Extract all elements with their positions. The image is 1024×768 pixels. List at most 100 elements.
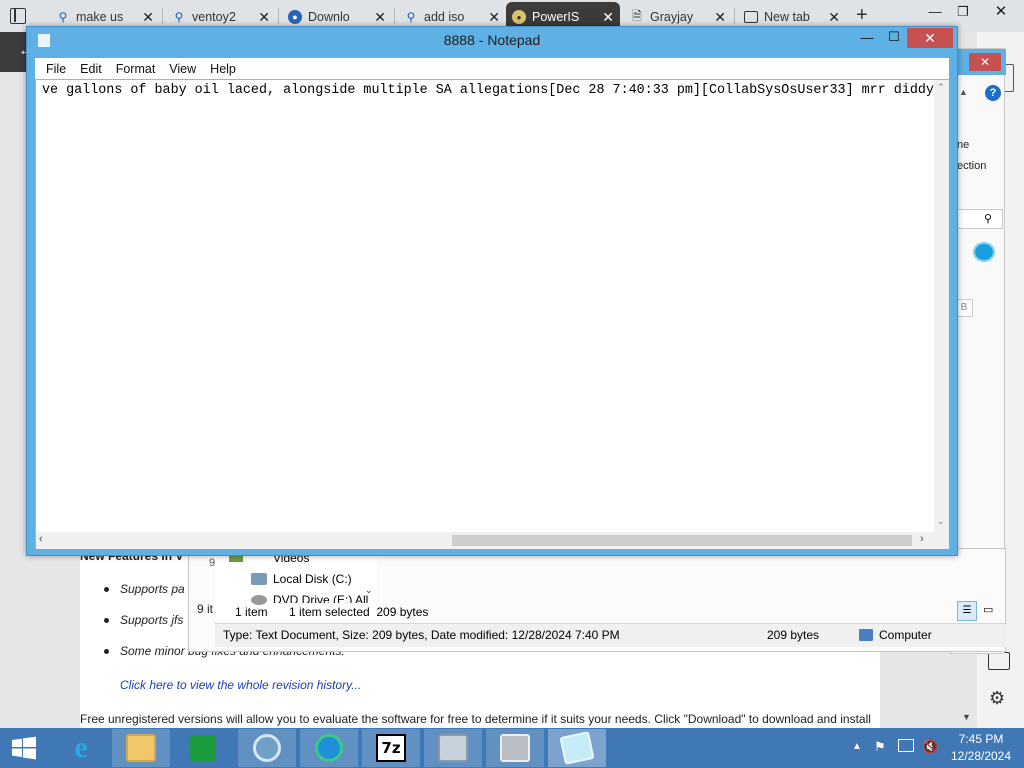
browser-minimize-button[interactable]: — [920,2,950,22]
clock-time[interactable]: 7:45 PM [946,732,1016,746]
ribbon-item-label: ection [957,160,987,172]
nav-item-dvd-drive[interactable]: DVD Drive (E:) All [273,593,368,603]
tab-title: ventoy2 [192,10,236,24]
ribbon-item-label: ne [957,139,970,151]
dvd-drive-icon [251,595,267,605]
tab-title: Grayjay [650,10,694,24]
large-icons-view-icon[interactable]: ▭ [983,603,993,616]
scanner-icon [500,734,530,762]
search-box[interactable]: ⚲ [955,209,1003,229]
close-icon[interactable]: ✕ [828,9,840,26]
horizontal-scrollbar[interactable]: ‹ › [36,532,934,549]
menu-edit[interactable]: Edit [73,62,109,76]
scroll-left-icon[interactable]: ‹ [39,533,43,545]
taskbar-file-explorer[interactable] [112,729,170,767]
notepad-minimize-button[interactable]: — [855,30,879,48]
explorer-item-count: 9 it [197,602,214,616]
chevron-down-icon[interactable]: ▲ [959,87,968,97]
disc-icon: ● [512,10,526,24]
feature-bullet-2: Supports jfs [103,613,184,627]
computer-icon [859,629,873,641]
browser-close-button[interactable]: ✕ [986,2,1016,22]
settings-gear-icon[interactable]: ⚙ [989,688,1005,709]
tab-title: add iso [424,10,465,24]
volume-muted-icon[interactable]: 🔇 [922,739,938,755]
details-view-icon[interactable]: ☰ [957,601,977,621]
notepad-text-area[interactable]: ve gallons of baby oil laced, alongside … [35,79,949,549]
menu-format[interactable]: Format [109,62,163,76]
notepad-maximize-button[interactable]: ☐ [881,29,907,47]
search-icon: ⚲ [984,213,993,225]
taskbar-notepad[interactable] [548,729,606,767]
tab-title: make us [76,10,124,24]
menu-help[interactable]: Help [203,62,243,76]
scroll-right-icon[interactable]: › [920,533,924,545]
taskbar-task-manager[interactable] [424,729,482,767]
revision-history-link[interactable]: Click here to view the whole revision hi… [120,678,361,692]
tab-divider [734,8,735,24]
action-center-flag-icon[interactable]: ⚑ [874,739,886,755]
show-hidden-icons-icon[interactable]: ▲ [852,741,862,752]
globe-icon: ● [288,10,302,24]
notepad-icon [559,731,595,765]
taskbar-internet-explorer[interactable]: e [52,729,110,767]
scroll-down-icon[interactable]: ⌄ [937,516,945,527]
taskbar-7zip[interactable]: 7z [362,729,420,767]
edge-icon [315,734,343,762]
page-scroll-down-icon[interactable]: ▼ [962,712,971,722]
local-disk-icon [251,573,267,585]
close-icon[interactable]: ✕ [602,9,614,26]
network-icon[interactable] [898,739,914,752]
store-icon [190,735,216,761]
file-details-text: Type: Text Document, Size: 209 bytes, Da… [223,628,620,642]
search-icon: ⚲ [58,10,68,24]
taskbar-browser[interactable] [238,729,296,767]
scroll-up-icon[interactable]: ⌃ [937,82,945,93]
new-tab-plus-icon[interactable]: + [856,4,868,27]
document-icon: 🗎 [632,8,642,23]
nav-item-local-disk[interactable]: Local Disk (C:) [273,572,352,586]
status-selection: 1 item selected 209 bytes [289,605,429,619]
search-icon: ⚲ [406,10,416,24]
notepad-menu-bar: File Edit Format View Help [35,58,949,79]
menu-view[interactable]: View [162,62,203,76]
close-icon[interactable]: ✕ [142,9,154,26]
tab-title: New tab [764,10,810,24]
feature-bullet-1: Supports pa [104,582,185,596]
task-manager-icon [438,734,468,762]
tab-title: Downlo [308,10,350,24]
notepad-close-button[interactable]: ✕ [907,28,953,48]
taskbar-store[interactable] [174,729,232,767]
vertical-scrollbar[interactable]: ⌃ ⌄ [934,80,949,532]
windows-logo-icon [12,736,36,760]
preview-globe-icon [973,242,995,262]
taskbar-edge[interactable] [300,729,358,767]
close-icon[interactable]: ✕ [258,9,270,26]
chevron-down-icon[interactable]: ⌄ [365,585,373,596]
close-icon[interactable]: ✕ [488,9,500,26]
notepad-window: 8888 - Notepad — ☐ ✕ File Edit Format Vi… [26,26,958,556]
taskbar: e 7z ▲ ⚑ 🔇 7:45 PM 12/28/2024 [0,728,1024,768]
close-icon[interactable]: ✕ [374,9,386,26]
start-button[interactable] [0,729,48,767]
globe-icon [253,734,281,762]
clock-date[interactable]: 12/28/2024 [946,749,1016,763]
tab-divider [278,8,279,24]
resize-grip-icon[interactable] [934,532,949,549]
taskbar-scanner[interactable] [486,729,544,767]
help-icon[interactable]: ? [985,85,1001,101]
license-footer-text: Free unregistered versions will allow yo… [80,712,871,726]
panel-toggle-icon[interactable] [988,652,1010,670]
horizontal-scroll-thumb[interactable] [452,535,912,546]
close-icon[interactable]: ✕ [714,9,726,26]
file-size-text: 209 bytes [767,628,820,642]
status-item-count: 1 item [235,605,268,619]
explorer-details-bar: Type: Text Document, Size: 209 bytes, Da… [215,623,1007,647]
notepad-content: ve gallons of baby oil laced, alongside … [42,83,934,98]
tab-actions-icon[interactable] [10,8,26,24]
tab-divider [394,8,395,24]
browser-restore-button[interactable]: ❐ [948,2,978,22]
explorer-close-button[interactable]: ✕ [969,53,1001,71]
menu-file[interactable]: File [39,62,73,76]
file-location-text: Computer [879,628,932,642]
